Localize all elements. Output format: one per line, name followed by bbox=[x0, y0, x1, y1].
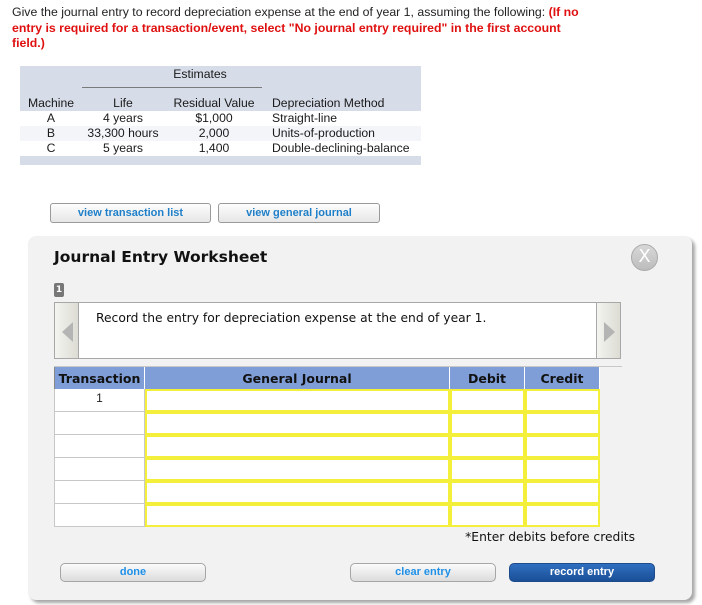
col-general-journal: General Journal bbox=[145, 367, 450, 389]
transaction-number bbox=[54, 458, 145, 481]
debit-field[interactable] bbox=[450, 389, 525, 412]
debit-input[interactable] bbox=[452, 506, 523, 525]
clear-entry-button[interactable]: clear entry bbox=[350, 563, 496, 582]
credit-input[interactable] bbox=[527, 460, 598, 479]
machine-cell: B bbox=[20, 126, 82, 141]
debit-input[interactable] bbox=[452, 391, 523, 410]
view-transaction-list-button[interactable]: view transaction list bbox=[50, 203, 211, 223]
method-cell: Straight-line bbox=[264, 111, 421, 126]
credit-field[interactable] bbox=[525, 481, 600, 504]
prompt-text: Record the entry for depreciation expens… bbox=[96, 311, 487, 325]
table-row bbox=[54, 412, 600, 435]
close-icon: X bbox=[638, 246, 651, 267]
account-field[interactable] bbox=[145, 458, 450, 481]
close-button[interactable]: X bbox=[631, 244, 658, 271]
residual-cell: 2,000 bbox=[164, 126, 264, 141]
debit-input[interactable] bbox=[452, 460, 523, 479]
method-cell: Double-declining-balance bbox=[264, 141, 421, 156]
table-row: 1 bbox=[54, 389, 600, 412]
col-depreciation-method: Depreciation Method bbox=[272, 96, 385, 110]
life-cell: 33,300 hours bbox=[82, 126, 164, 141]
estimates-group-header: Estimates bbox=[173, 67, 227, 81]
transaction-number bbox=[54, 481, 145, 504]
next-button[interactable] bbox=[596, 302, 621, 359]
col-debit: Debit bbox=[450, 367, 525, 389]
machine-cell: A bbox=[20, 111, 82, 126]
credit-field[interactable] bbox=[525, 389, 600, 412]
estimates-divider bbox=[82, 87, 262, 88]
account-input[interactable] bbox=[147, 506, 448, 525]
credit-input[interactable] bbox=[527, 391, 598, 410]
credit-field[interactable] bbox=[525, 435, 600, 458]
life-cell: 5 years bbox=[82, 141, 164, 156]
table-row: C 5 years 1,400 Double-declining-balance bbox=[20, 141, 421, 156]
journal-header-row: Transaction General Journal Debit Credit bbox=[54, 367, 600, 389]
credit-field[interactable] bbox=[525, 412, 600, 435]
credit-field[interactable] bbox=[525, 504, 600, 527]
chevron-right-icon bbox=[604, 322, 615, 342]
account-field[interactable] bbox=[145, 389, 450, 412]
question-text: Give the journal entry to record depreci… bbox=[12, 5, 582, 52]
account-field[interactable] bbox=[145, 504, 450, 527]
table-row: A 4 years $1,000 Straight-line bbox=[20, 111, 421, 126]
col-machine: Machine bbox=[27, 96, 75, 110]
table-row: B 33,300 hours 2,000 Units-of-production bbox=[20, 126, 421, 141]
account-input[interactable] bbox=[147, 460, 448, 479]
record-entry-button[interactable]: record entry bbox=[509, 563, 655, 582]
col-transaction: Transaction bbox=[54, 367, 145, 389]
journal-table: Transaction General Journal Debit Credit… bbox=[54, 367, 600, 527]
estimates-header-row: Machine Life Residual Value Depreciation… bbox=[20, 96, 421, 111]
col-life: Life bbox=[113, 96, 133, 110]
estimates-table: Estimates Machine Life Residual Value De… bbox=[20, 66, 421, 165]
table-row bbox=[54, 481, 600, 504]
machine-cell: C bbox=[20, 141, 82, 156]
table-row bbox=[54, 435, 600, 458]
account-field[interactable] bbox=[145, 412, 450, 435]
debit-field[interactable] bbox=[450, 458, 525, 481]
residual-cell: 1,400 bbox=[164, 141, 264, 156]
debits-before-credits-hint: *Enter debits before credits bbox=[465, 530, 635, 544]
credit-input[interactable] bbox=[527, 437, 598, 456]
table-row bbox=[54, 458, 600, 481]
account-input[interactable] bbox=[147, 391, 448, 410]
account-field[interactable] bbox=[145, 435, 450, 458]
estimates-footer-band bbox=[20, 160, 421, 165]
col-credit: Credit bbox=[525, 367, 600, 389]
method-cell: Units-of-production bbox=[264, 126, 421, 141]
debit-input[interactable] bbox=[452, 483, 523, 502]
debit-field[interactable] bbox=[450, 435, 525, 458]
step-badge[interactable]: 1 bbox=[54, 283, 64, 297]
life-cell: 4 years bbox=[82, 111, 164, 126]
previous-button[interactable] bbox=[54, 302, 79, 359]
transaction-number: 1 bbox=[54, 389, 145, 412]
transaction-number bbox=[54, 412, 145, 435]
journal-entry-worksheet: Journal Entry Worksheet X 1 Record the e… bbox=[28, 236, 692, 600]
residual-cell: $1,000 bbox=[164, 111, 264, 126]
credit-field[interactable] bbox=[525, 458, 600, 481]
col-residual-value: Residual Value bbox=[173, 96, 255, 110]
view-general-journal-button[interactable]: view general journal bbox=[218, 203, 380, 223]
account-input[interactable] bbox=[147, 414, 448, 433]
worksheet-title: Journal Entry Worksheet bbox=[54, 248, 268, 266]
debit-field[interactable] bbox=[450, 481, 525, 504]
account-input[interactable] bbox=[147, 483, 448, 502]
account-input[interactable] bbox=[147, 437, 448, 456]
debit-input[interactable] bbox=[452, 414, 523, 433]
transaction-number bbox=[54, 504, 145, 527]
debit-field[interactable] bbox=[450, 412, 525, 435]
question-instruction: Give the journal entry to record depreci… bbox=[12, 5, 546, 19]
done-button[interactable]: done bbox=[60, 563, 206, 582]
account-field[interactable] bbox=[145, 481, 450, 504]
transaction-number bbox=[54, 435, 145, 458]
debit-field[interactable] bbox=[450, 504, 525, 527]
estimates-grid: Machine Life Residual Value Depreciation… bbox=[20, 96, 421, 156]
credit-input[interactable] bbox=[527, 414, 598, 433]
table-row bbox=[54, 504, 600, 527]
credit-input[interactable] bbox=[527, 506, 598, 525]
prompt-box: Record the entry for depreciation expens… bbox=[54, 302, 621, 359]
debit-input[interactable] bbox=[452, 437, 523, 456]
chevron-left-icon bbox=[62, 322, 73, 342]
credit-input[interactable] bbox=[527, 483, 598, 502]
